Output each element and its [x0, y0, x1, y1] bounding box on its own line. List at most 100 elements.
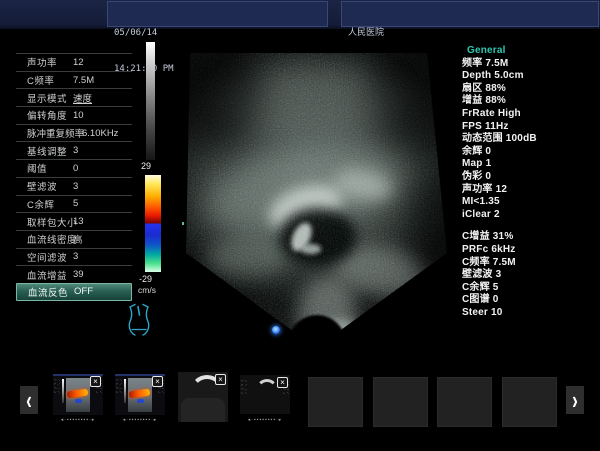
param-label: 血流增益: [27, 268, 67, 282]
info-line: 声功率 12: [462, 184, 597, 197]
focus-marker: [182, 222, 184, 225]
info-line: 壁滤波 3: [462, 269, 597, 282]
image-info-panel: General 频率 7.5M Depth 5.0cm 扇区 88% 增益 88…: [462, 45, 597, 319]
trackball-cursor-dot[interactable]: [272, 326, 280, 334]
info-line: 动态范围 100dB: [462, 133, 597, 146]
param-label: 壁滤波: [27, 179, 57, 193]
thumb-image: [66, 378, 90, 412]
param-row-c-frequency[interactable]: C频率7.5M: [16, 71, 132, 89]
param-row-line-density[interactable]: 血流线密度高: [16, 230, 132, 248]
param-row-acoustic-power[interactable]: 声功率12: [16, 53, 132, 71]
param-label: 显示模式: [27, 91, 67, 105]
param-row-display-mode[interactable]: 显示模式速度: [16, 88, 132, 106]
preset-label: General: [462, 45, 597, 58]
param-row-c-persistence[interactable]: C余辉 5: [16, 195, 132, 213]
info-line: C图谱 0: [462, 294, 597, 307]
thumb-probe-arc: [256, 379, 278, 401]
param-label: C余辉: [27, 197, 54, 211]
info-line: C增益 31%: [462, 231, 597, 244]
chevron-left-icon: ‹: [26, 387, 32, 413]
param-row-color-invert-selected[interactable]: 血流反色 OFF: [16, 283, 132, 301]
param-value: 13: [73, 216, 84, 227]
hospital-box: 人民医院 L14-5/38: [341, 1, 599, 27]
thumb-left-text: ·: ·. :· .· ·: .. :. ·.: [116, 378, 124, 412]
info-line: Steer 10: [462, 307, 597, 320]
thumbnail-empty-slot: [308, 377, 363, 427]
param-row-color-gain[interactable]: 血流增益 39: [16, 265, 132, 283]
thumbnail-bmode-2[interactable]: ·: ·. :· .· ·: .. :. ·. ·: ·. :· .· ·: .…: [240, 375, 290, 414]
info-line: Depth 5.0cm: [462, 70, 597, 83]
param-label: 声功率: [27, 55, 57, 69]
param-label: 取样包大小: [27, 215, 77, 229]
thumbnail-empty-slot: [502, 377, 557, 427]
param-value: 高: [73, 232, 83, 246]
info-line: PRFc 6kHz: [462, 244, 597, 257]
velocity-unit-label: cm/s: [138, 285, 156, 295]
param-row-prf[interactable]: 脉冲重复频率6.10KHz: [16, 124, 132, 142]
param-label: 血流线密度: [27, 232, 77, 246]
info-line: 扇区 88%: [462, 83, 597, 96]
thumbnail-bmode-1[interactable]: ×: [178, 372, 228, 422]
param-value: 5: [73, 198, 78, 209]
param-value: OFF: [74, 286, 93, 297]
param-label: 空间滤波: [27, 250, 67, 264]
thumbnail-prev-button[interactable]: ‹: [20, 386, 38, 414]
ultrasound-image[interactable]: [183, 52, 449, 348]
velocity-max-label: 29: [141, 161, 151, 171]
thumbnail-next-button[interactable]: ›: [566, 386, 584, 414]
param-value: 6.10KHz: [82, 128, 118, 139]
thumb-doppler-flow-blue: [137, 399, 144, 403]
thumbnail-empty-slot: [437, 377, 492, 427]
param-label: 基线调整: [27, 144, 67, 158]
param-row-wall-filter[interactable]: 壁滤波 3: [16, 177, 132, 195]
info-line: MI<1.35: [462, 196, 597, 209]
thumb-image: [128, 378, 152, 412]
param-row-packet-size[interactable]: 取样包大小13: [16, 212, 132, 230]
param-row-baseline[interactable]: 基线调整 3: [16, 141, 132, 159]
param-value: 39: [73, 269, 84, 280]
close-icon[interactable]: ×: [277, 377, 288, 388]
thumbnail-doppler-2[interactable]: ·: ·. :· .· ·: .. :. ·. ·: ·. :· .· ·: .…: [115, 374, 165, 415]
thumbnail-caption: ◂·▪▪▪▪▪▪▪▪·▸: [53, 417, 103, 423]
param-row-steer-angle[interactable]: 偏转角度10: [16, 106, 132, 124]
ultrasound-app-screen: 05/06/14 14:21:00 PM 人民医院 L14-5/38 声功率12…: [0, 0, 600, 451]
thumbnail-doppler-1[interactable]: ·: ·. :· .· ·: .. :. ·. ·: ·. :· .· ·: .…: [53, 374, 103, 415]
thumb-graybar: [62, 379, 64, 403]
param-value: 3: [73, 145, 78, 156]
param-label: 阈值: [27, 161, 47, 175]
close-icon[interactable]: ×: [152, 376, 163, 387]
info-line: FPS 11Hz: [462, 121, 597, 134]
param-row-spatial-filter[interactable]: 空间滤波 3: [16, 248, 132, 266]
velocity-min-label: -29: [139, 274, 152, 284]
body-mark-icon: [126, 303, 152, 342]
datetime-box: 05/06/14 14:21:00 PM: [107, 1, 328, 27]
thumb-graybar: [124, 379, 126, 403]
param-value: 3: [73, 181, 78, 192]
param-value: 速度: [73, 91, 92, 105]
hospital-name: 人民医院: [348, 27, 598, 39]
color-info-section: C增益 31% PRFc 6kHz C频率 7.5M 壁滤波 3 C余辉 5 C…: [462, 231, 597, 319]
thumb-doppler-flow-blue: [75, 399, 82, 403]
close-icon[interactable]: ×: [215, 374, 226, 385]
info-line: iClear 2: [462, 209, 597, 222]
date-text: 05/06/14: [114, 27, 327, 39]
thumb-left-text: ·: ·. :· .· ·: .. :. ·.: [241, 379, 249, 411]
info-line: 增益 88%: [462, 95, 597, 108]
title-bar: 05/06/14 14:21:00 PM 人民医院 L14-5/38: [0, 0, 600, 29]
param-row-threshold[interactable]: 阈值0: [16, 159, 132, 177]
param-value: 10: [73, 110, 84, 121]
thumb-sector-area: [181, 398, 225, 422]
param-label: C频率: [27, 73, 54, 87]
param-label: 脉冲重复频率: [27, 126, 84, 140]
info-line: 余辉 0: [462, 146, 597, 159]
info-line: C余辉 5: [462, 282, 597, 295]
thumbnail-caption: ◂·▪▪▪▪▪▪▪▪·▸: [238, 417, 292, 423]
chevron-right-icon: ›: [572, 387, 578, 413]
info-line: FrRate High: [462, 108, 597, 121]
param-value: 3: [73, 251, 78, 262]
thumb-doppler-flow: [67, 388, 89, 398]
close-icon[interactable]: ×: [90, 376, 101, 387]
probe-notch: [288, 315, 346, 373]
thumbnail-caption: ◂·▪▪▪▪▪▪▪▪·▸: [115, 417, 165, 423]
param-label: 血流反色: [28, 285, 68, 299]
